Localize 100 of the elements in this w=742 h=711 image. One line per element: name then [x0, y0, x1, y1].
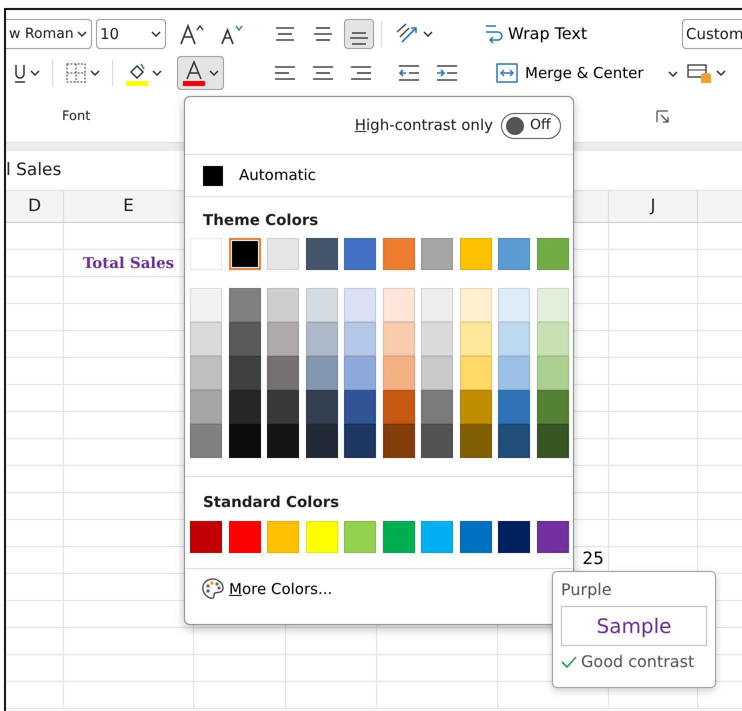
- font-size-dropdown[interactable]: 10: [96, 19, 166, 49]
- wrap-text-button[interactable]: Wrap Text: [478, 18, 592, 50]
- color-swatch[interactable]: [382, 322, 414, 356]
- tooltip-title: Purple: [561, 579, 613, 601]
- color-swatch[interactable]: [460, 521, 492, 553]
- color-swatch[interactable]: [228, 356, 260, 390]
- align-bottom-button[interactable]: [344, 19, 374, 49]
- color-swatch[interactable]: [228, 238, 260, 270]
- color-swatch[interactable]: [536, 322, 568, 356]
- high-contrast-toggle[interactable]: Off: [501, 112, 561, 138]
- section-title: Standard Colors: [202, 492, 340, 512]
- color-swatch[interactable]: [382, 521, 414, 553]
- color-swatch[interactable]: [382, 356, 414, 390]
- color-swatch[interactable]: [536, 238, 568, 270]
- color-swatch[interactable]: [267, 424, 299, 458]
- color-swatch[interactable]: [267, 521, 299, 553]
- color-swatch[interactable]: [498, 238, 530, 270]
- color-swatch[interactable]: [190, 356, 222, 390]
- column-header[interactable]: E: [123, 194, 134, 220]
- color-swatch[interactable]: [228, 424, 260, 458]
- number-format-dropdown[interactable]: Custom: [682, 19, 742, 49]
- color-swatch[interactable]: [228, 322, 260, 356]
- color-swatch[interactable]: [498, 424, 530, 458]
- color-swatch[interactable]: [536, 390, 568, 424]
- color-swatch[interactable]: [460, 322, 492, 356]
- group-label: Font: [62, 108, 90, 126]
- color-swatch[interactable]: [306, 424, 338, 458]
- color-swatch[interactable]: [344, 322, 376, 356]
- merge-center-icon: [495, 61, 519, 85]
- color-swatch[interactable]: [190, 521, 222, 553]
- color-swatch[interactable]: [190, 390, 222, 424]
- color-swatch[interactable]: [382, 288, 414, 322]
- color-swatch[interactable]: [421, 238, 453, 270]
- toggle-label: High-contrast only: [354, 115, 493, 136]
- color-swatch[interactable]: [344, 390, 376, 424]
- color-swatch[interactable]: [190, 424, 222, 458]
- color-swatch[interactable]: [421, 390, 453, 424]
- caret-icon: [30, 69, 40, 77]
- grow-font-icon: [179, 22, 205, 46]
- font-color-button[interactable]: [177, 56, 224, 90]
- color-swatch[interactable]: [460, 390, 492, 424]
- color-swatch[interactable]: [344, 424, 376, 458]
- color-swatch[interactable]: [267, 288, 299, 322]
- automatic-color-option[interactable]: Automatic: [185, 155, 573, 197]
- color-swatch[interactable]: [306, 238, 338, 270]
- column-header[interactable]: J: [650, 194, 656, 220]
- merge-center-button[interactable]: Merge & Center: [490, 57, 683, 89]
- color-swatch[interactable]: [344, 288, 376, 322]
- cell-text: Total Sales: [82, 252, 174, 274]
- color-swatch[interactable]: [306, 521, 338, 553]
- color-swatch[interactable]: [382, 390, 414, 424]
- color-swatch[interactable]: [421, 356, 453, 390]
- caret-icon: [77, 30, 87, 38]
- color-swatch[interactable]: [382, 424, 414, 458]
- color-swatch[interactable]: [536, 521, 568, 553]
- color-swatch[interactable]: [460, 238, 492, 270]
- color-swatch[interactable]: [267, 390, 299, 424]
- color-swatch[interactable]: [421, 521, 453, 553]
- color-swatch[interactable]: [306, 356, 338, 390]
- dialog-launcher-icon[interactable]: [656, 110, 670, 124]
- color-swatch[interactable]: [190, 288, 222, 322]
- color-swatch[interactable]: [267, 238, 299, 270]
- color-swatch[interactable]: [460, 356, 492, 390]
- color-swatch[interactable]: [536, 424, 568, 458]
- color-swatch[interactable]: [228, 390, 260, 424]
- color-swatch[interactable]: [498, 390, 530, 424]
- color-swatch[interactable]: [228, 521, 260, 553]
- color-swatch[interactable]: [190, 238, 222, 270]
- underline-icon: [13, 62, 27, 84]
- color-swatch[interactable]: [190, 322, 222, 356]
- color-swatch[interactable]: [421, 322, 453, 356]
- increase-indent-icon: [435, 62, 459, 84]
- color-swatch[interactable]: [498, 521, 530, 553]
- color-swatch[interactable]: [536, 288, 568, 322]
- contrast-text: Good contrast: [581, 651, 694, 673]
- color-swatch[interactable]: [306, 288, 338, 322]
- color-swatch[interactable]: [421, 288, 453, 322]
- caret-icon: [209, 69, 219, 77]
- caret-icon: [90, 69, 100, 77]
- caret-icon: [668, 70, 678, 78]
- font-name-dropdown[interactable]: w Roman: [6, 19, 92, 49]
- color-swatch[interactable]: [498, 322, 530, 356]
- color-swatch[interactable]: [421, 424, 453, 458]
- color-swatch[interactable]: [267, 356, 299, 390]
- color-swatch[interactable]: [267, 322, 299, 356]
- color-swatch[interactable]: [344, 238, 376, 270]
- color-swatch[interactable]: [536, 356, 568, 390]
- color-swatch[interactable]: [498, 288, 530, 322]
- color-swatch[interactable]: [498, 356, 530, 390]
- color-swatch[interactable]: [460, 424, 492, 458]
- color-swatch[interactable]: [344, 356, 376, 390]
- caret-icon: [716, 69, 726, 77]
- color-swatch[interactable]: [460, 288, 492, 322]
- color-swatch[interactable]: [344, 521, 376, 553]
- column-header[interactable]: D: [28, 194, 42, 220]
- align-bottom-icon: [349, 32, 369, 45]
- color-swatch[interactable]: [382, 238, 414, 270]
- color-swatch[interactable]: [228, 288, 260, 322]
- color-swatch[interactable]: [306, 390, 338, 424]
- color-swatch[interactable]: [306, 322, 338, 356]
